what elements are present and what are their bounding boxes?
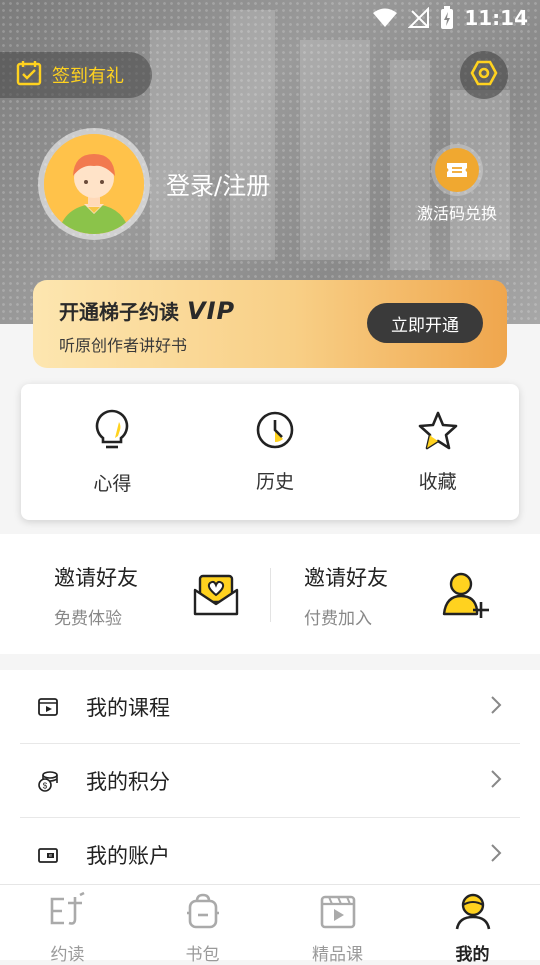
default-avatar-icon <box>44 134 144 234</box>
redeem-code-button[interactable]: 激活码兑换 <box>410 148 504 224</box>
nav-label: 精品课 <box>312 945 363 965</box>
menu-item-my-account[interactable]: e 我的账户 <box>20 818 520 892</box>
vip-title: 开通梯子约读 VIP <box>59 296 235 325</box>
settings-button[interactable] <box>460 51 508 99</box>
profile-icon <box>453 891 493 936</box>
invite-subtitle: 免费体验 <box>54 609 122 629</box>
chevron-right-icon <box>490 769 502 793</box>
settings-menu-list: 我的课程 $ 我的积分 e 我的账户 <box>0 670 540 884</box>
nav-label: 我的 <box>455 945 490 965</box>
quick-action-history[interactable]: 历史 <box>194 384 357 520</box>
quick-actions-card: 心得 历史 收藏 <box>21 384 519 520</box>
wallet-icon: e <box>36 843 60 867</box>
settings-hex-icon <box>470 59 498 91</box>
vip-subtitle: 听原创作者讲好书 <box>59 336 188 355</box>
invite-subtitle: 付费加入 <box>304 609 372 629</box>
login-register-link[interactable]: 登录/注册 <box>166 166 270 201</box>
invite-title: 邀请好友 <box>54 566 138 590</box>
nav-tab-bag[interactable]: 书包 <box>135 885 270 965</box>
ticket-icon <box>435 148 479 192</box>
status-time: 11:14 <box>464 6 528 30</box>
menu-item-my-points[interactable]: $ 我的积分 <box>20 744 520 818</box>
lightbulb-icon <box>93 408 131 457</box>
video-icon <box>318 891 358 936</box>
no-signal-icon <box>408 7 430 29</box>
redeem-label: 激活码兑换 <box>416 204 497 223</box>
course-icon <box>36 695 60 719</box>
invite-free-button[interactable]: 邀请好友 免费体验 <box>0 534 270 654</box>
nav-tab-courses[interactable]: 精品课 <box>270 885 405 965</box>
wifi-icon <box>372 8 398 28</box>
vip-banner[interactable]: 开通梯子约读 VIP 听原创作者讲好书 立即开通 <box>33 280 507 368</box>
add-user-icon <box>441 570 491 624</box>
svg-text:$: $ <box>43 781 48 790</box>
gift-envelope-icon <box>192 570 240 622</box>
checkin-label: 签到有礼 <box>52 66 124 87</box>
quick-action-label: 心得 <box>93 473 132 495</box>
vip-title-text: 开通梯子约读 <box>59 300 179 324</box>
svg-text:e: e <box>49 853 52 859</box>
nav-label: 约读 <box>50 945 85 965</box>
points-icon: $ <box>36 769 60 793</box>
invite-paid-button[interactable]: 邀请好友 付费加入 <box>271 534 540 654</box>
quick-action-notes[interactable]: 心得 <box>21 384 194 520</box>
menu-item-label: 我的课程 <box>86 695 170 720</box>
quick-action-label: 历史 <box>256 471 295 493</box>
invite-title: 邀请好友 <box>304 566 388 590</box>
quick-action-label: 收藏 <box>418 471 457 493</box>
vip-open-button[interactable]: 立即开通 <box>367 303 483 343</box>
avatar[interactable] <box>38 128 150 240</box>
bag-icon <box>183 891 223 936</box>
battery-charging-icon <box>440 6 454 30</box>
invite-section: 邀请好友 免费体验 邀请好友 付费加入 <box>0 534 540 654</box>
quick-action-favorites[interactable]: 收藏 <box>356 384 519 520</box>
calendar-check-icon <box>16 60 42 91</box>
star-icon <box>418 410 458 455</box>
bottom-navigation: 约读 书包 精品课 我的 <box>0 884 540 965</box>
nav-tab-mine[interactable]: 我的 <box>405 885 540 965</box>
nav-label: 书包 <box>185 945 220 965</box>
status-bar: 11:14 <box>0 0 540 36</box>
menu-item-label: 我的账户 <box>86 844 170 868</box>
chevron-right-icon <box>490 843 502 867</box>
nav-tab-read[interactable]: 约读 <box>0 885 135 965</box>
menu-item-label: 我的积分 <box>86 769 170 794</box>
clock-icon <box>255 410 295 455</box>
read-icon <box>48 891 88 936</box>
checkin-button[interactable]: 签到有礼 <box>0 52 152 98</box>
menu-item-my-courses[interactable]: 我的课程 <box>20 670 520 744</box>
chevron-right-icon <box>490 695 502 719</box>
vip-word: VIP <box>187 297 236 325</box>
